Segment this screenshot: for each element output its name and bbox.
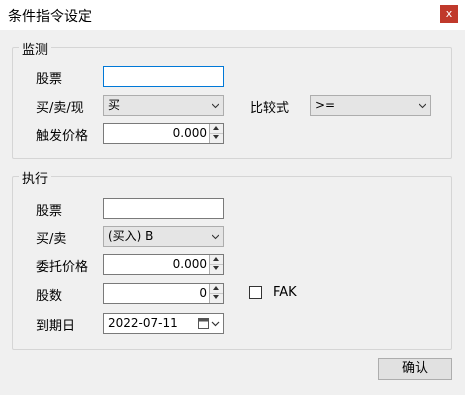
spin-down-button[interactable] (210, 264, 223, 273)
spin-down-button[interactable] (210, 133, 223, 142)
spin-down-button[interactable] (210, 293, 223, 302)
arrow-down-icon (213, 295, 219, 299)
monitor-stock-input[interactable] (103, 66, 224, 87)
title-bar: 条件指令设定 x (0, 0, 465, 30)
execute-qty-label: 股数 (36, 289, 63, 304)
dialog-window: 条件指令设定 x 监测 股票 买/卖/现 买 比较式 >= 触发价格 0.000… (0, 0, 465, 395)
execute-legend: 执行 (19, 168, 52, 187)
execute-qty-input[interactable]: 0 (103, 283, 224, 304)
arrow-up-icon (213, 126, 219, 130)
monitor-side-value: 买 (108, 98, 121, 112)
close-icon: x (445, 7, 453, 20)
execute-side-value: (买入) B (108, 229, 154, 243)
window-title: 条件指令设定 (8, 9, 92, 25)
arrow-down-icon (213, 135, 219, 139)
arrow-down-icon (213, 266, 219, 270)
execute-stock-label: 股票 (36, 204, 63, 219)
price-spinner[interactable] (209, 255, 223, 274)
close-button[interactable]: x (440, 5, 458, 23)
fak-checkbox[interactable] (249, 286, 262, 299)
monitor-legend: 监测 (19, 39, 52, 58)
monitor-compare-select[interactable]: >= (310, 95, 431, 116)
monitor-side-select[interactable]: 买 (103, 95, 224, 116)
confirm-button[interactable]: 确认 (378, 358, 452, 380)
execute-side-label: 买/卖 (36, 232, 67, 247)
chevron-down-icon (212, 103, 219, 109)
qty-spinner[interactable] (209, 284, 223, 303)
chevron-down-icon (419, 103, 426, 109)
execute-qty-value: 0 (199, 286, 207, 300)
execute-price-label: 委托价格 (36, 260, 89, 275)
execute-expiry-label: 到期日 (36, 319, 76, 334)
confirm-button-label: 确认 (401, 361, 428, 376)
fak-label: FAK (273, 285, 297, 300)
monitor-side-label: 买/卖/现 (36, 101, 84, 116)
monitor-trigger-input[interactable]: 0.000 (103, 123, 224, 144)
arrow-up-icon (213, 286, 219, 290)
execute-price-input[interactable]: 0.000 (103, 254, 224, 275)
expiry-date-value: 2022-07-11 (108, 316, 178, 330)
monitor-stock-label: 股票 (36, 72, 63, 87)
monitor-trigger-value: 0.000 (172, 126, 207, 140)
arrow-up-icon (213, 257, 219, 261)
monitor-compare-label: 比较式 (250, 101, 290, 116)
trigger-spinner[interactable] (209, 124, 223, 143)
monitor-compare-value: >= (315, 98, 336, 112)
execute-stock-input[interactable] (103, 198, 224, 219)
monitor-trigger-label: 触发价格 (36, 129, 89, 144)
chevron-down-icon (212, 234, 219, 240)
execute-price-value: 0.000 (172, 257, 207, 271)
calendar-dropdown-icon[interactable] (198, 318, 220, 330)
expiry-date-picker[interactable]: 2022-07-11 (103, 313, 224, 334)
execute-side-select[interactable]: (买入) B (103, 226, 224, 247)
